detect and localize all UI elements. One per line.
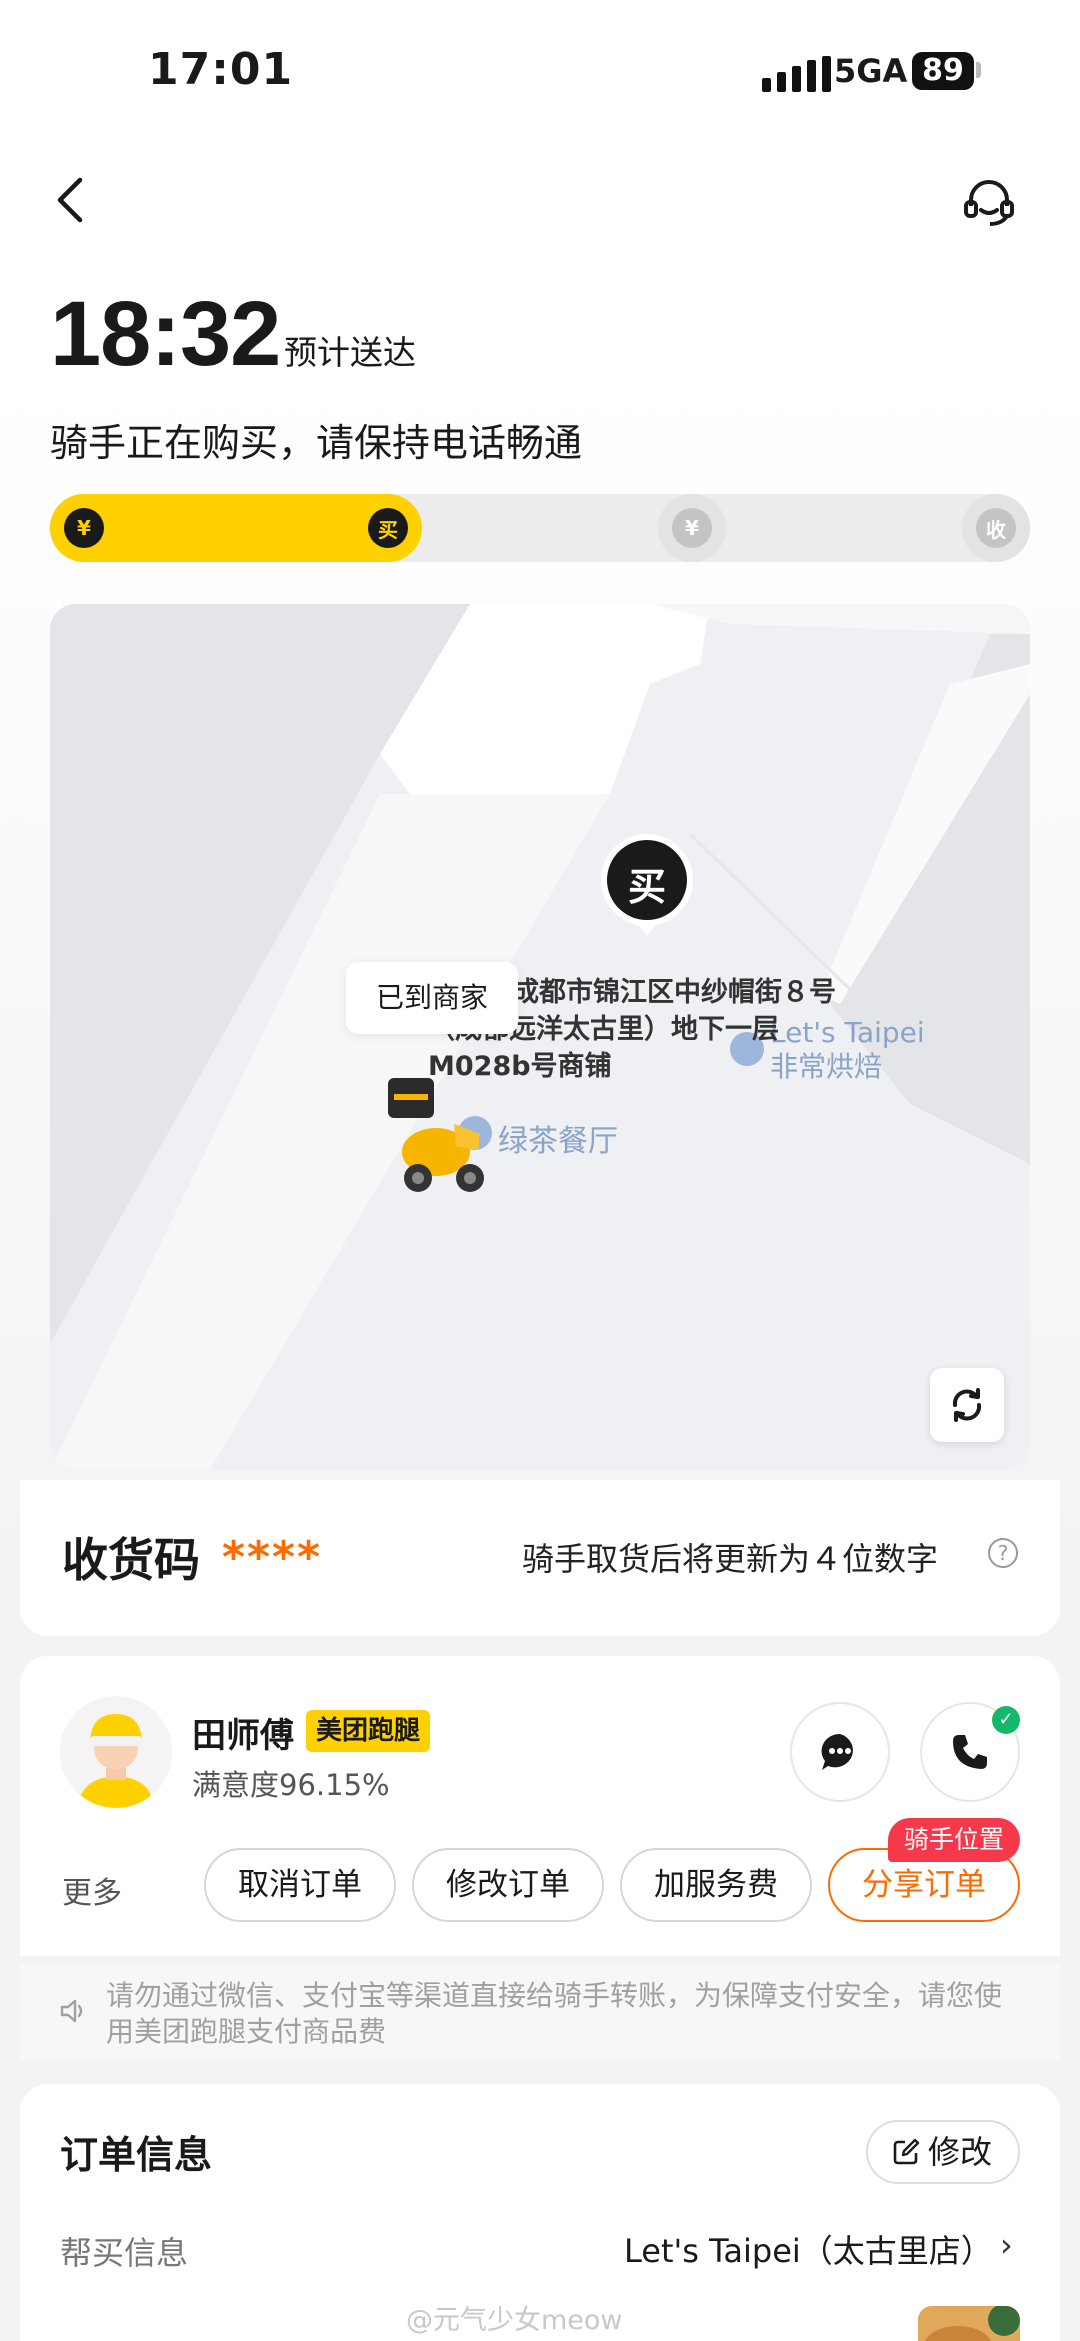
edit-icon <box>893 2138 920 2165</box>
rider-scooter-icon <box>388 1078 484 1192</box>
chat-icon <box>821 1733 853 1770</box>
watermark: @元气少女meow <box>406 2305 623 2336</box>
chevron-right-icon[interactable]: › <box>1000 2226 1013 2264</box>
cancel-order-button[interactable]: 取消订单 <box>204 1848 396 1922</box>
help-icon[interactable]: ? <box>988 1538 1018 1568</box>
rider-satisfaction: 满意度96.15% <box>192 1768 390 1802</box>
rider-badge: 美团跑腿 <box>306 1710 431 1752</box>
step-receive-icon: 收 <box>962 494 1030 562</box>
poi-green-tea[interactable]: 绿茶餐厅 <box>498 1116 618 1160</box>
eta-time: 18:32 <box>50 283 281 385</box>
order-info-title: 订单信息 <box>60 2133 213 2177</box>
receipt-code-value: **** <box>222 1532 323 1583</box>
buy-pin-label: 买 <box>627 865 666 909</box>
refresh-map-button[interactable] <box>930 1368 1004 1442</box>
message-rider-button[interactable] <box>790 1702 890 1802</box>
edit-order-button[interactable]: 修改 <box>866 2120 1020 2184</box>
status-time: 17:01 <box>148 44 294 95</box>
order-status-text: 骑手正在购买，请保持电话畅通 <box>50 421 583 465</box>
eta-label: 预计送达 <box>284 333 416 372</box>
speaker-icon <box>60 1999 83 2023</box>
receipt-code-title: 收货码 <box>62 1533 200 1587</box>
add-service-fee-button[interactable]: 加服务费 <box>620 1848 812 1922</box>
buy-info-value[interactable]: Let's Taipei（太古里店） <box>624 2226 993 2272</box>
notice-text: 请勿通过微信、支付宝等渠道直接给骑手转账，为保障支付安全，请您使用美团跑腿支付商… <box>106 1979 1003 2048</box>
network-label: 5GA <box>834 52 908 90</box>
more-label: 更多 <box>62 1876 122 1911</box>
verified-check-icon: ✓ <box>992 1706 1020 1734</box>
product-thumbnail[interactable] <box>918 2306 1020 2341</box>
rider-name: 田师傅 <box>192 1716 294 1756</box>
arrived-merchant-bubble: 已到商家 <box>346 962 519 1034</box>
step-settle-icon: ¥ <box>658 494 726 562</box>
signal-icon <box>762 56 831 92</box>
customer-service-icon[interactable] <box>962 176 1016 230</box>
receipt-code-hint: 骑手取货后将更新为４位数字 <box>522 1540 939 1578</box>
refresh-icon <box>952 1388 982 1422</box>
rider-avatar[interactable] <box>60 1696 172 1808</box>
battery-tip <box>976 62 981 78</box>
step-pay-icon: ¥ <box>50 494 118 562</box>
step-buy-icon: 买 <box>354 494 422 562</box>
modify-order-button[interactable]: 修改订单 <box>412 1848 604 1922</box>
rider-position-tag[interactable]: 骑手位置 <box>888 1818 1021 1862</box>
battery-icon: 89 <box>912 52 974 90</box>
buy-info-label: 帮买信息 <box>60 2234 189 2272</box>
phone-icon <box>953 1735 987 1769</box>
back-icon[interactable] <box>52 176 88 224</box>
